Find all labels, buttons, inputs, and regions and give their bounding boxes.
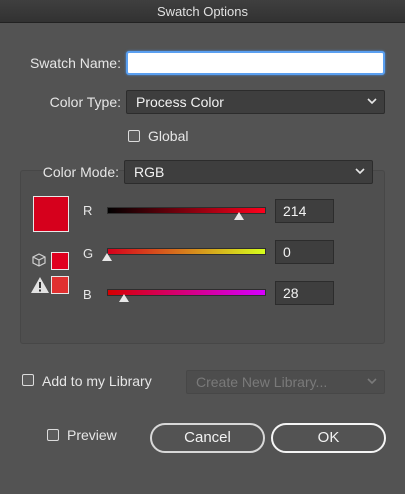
global-label: Global [148,128,189,144]
blue-channel-label: B [83,287,92,302]
color-mode-value: RGB [134,164,165,180]
green-slider-thumb[interactable] [102,253,112,261]
red-value-field[interactable]: 214 [275,199,334,223]
color-mode-label: Color Mode: [42,164,119,180]
blue-slider[interactable] [107,289,266,296]
current-color-swatch[interactable] [33,196,69,232]
chevron-down-icon [367,98,377,105]
library-dropdown[interactable]: Create New Library... [186,370,385,394]
green-channel-label: G [83,246,94,261]
color-type-label: Color Type: [49,94,121,110]
cancel-button[interactable]: Cancel [150,423,265,453]
green-slider[interactable] [107,248,266,255]
window-title: Swatch Options [156,4,249,19]
red-slider-thumb[interactable] [233,212,244,220]
color-type-dropdown[interactable]: Process Color [126,90,385,114]
global-checkbox[interactable] [128,130,140,142]
add-to-library-checkbox[interactable] [22,374,34,386]
preview-label: Preview [67,427,117,443]
color-mode-dropdown[interactable]: RGB [124,160,373,184]
websafe-color-swatch[interactable] [51,252,69,270]
swatch-name-label: Swatch Name: [29,55,121,71]
color-type-value: Process Color [136,94,224,110]
warning-triangle-icon [31,277,49,293]
green-value-field[interactable]: 0 [275,240,334,264]
swatch-name-input[interactable] [126,51,385,75]
chevron-down-icon [367,378,377,385]
preview-checkbox[interactable] [47,429,59,441]
library-dropdown-value: Create New Library... [196,374,328,390]
title-bar[interactable]: Swatch Options [0,0,405,23]
chevron-down-icon [355,168,365,175]
gamut-color-swatch[interactable] [51,276,69,294]
add-to-library-label: Add to my Library [42,373,152,389]
ok-button[interactable]: OK [271,423,386,453]
red-channel-label: R [83,203,93,218]
blue-value-field[interactable]: 28 [275,281,334,305]
cube-icon [32,253,46,267]
blue-slider-thumb[interactable] [119,294,130,302]
swatch-options-dialog: Swatch Options Swatch Name: Color Type: … [0,0,405,494]
